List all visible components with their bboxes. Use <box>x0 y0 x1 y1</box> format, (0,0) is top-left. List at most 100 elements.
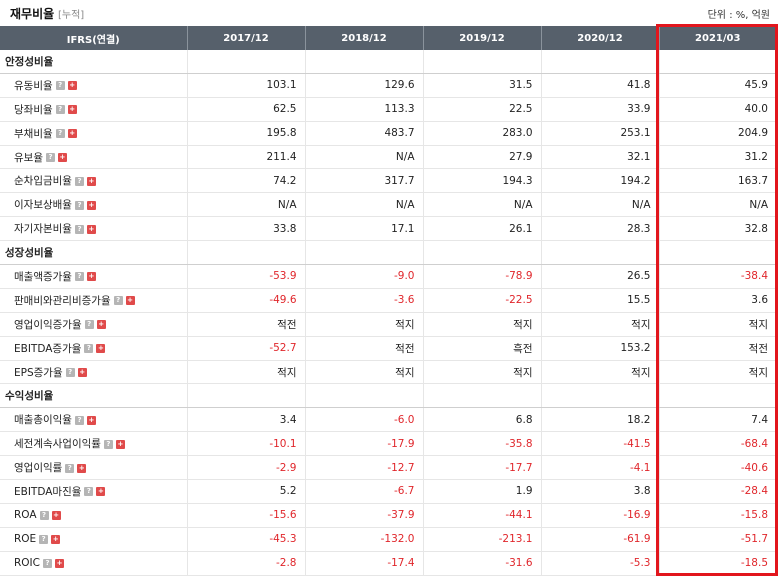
row-label: 유동비율 <box>14 79 53 92</box>
help-icon[interactable]: ? <box>74 272 84 282</box>
value-cell: N/A <box>541 192 660 218</box>
help-icon[interactable]: ? <box>74 176 84 186</box>
expand-icon[interactable]: + <box>86 415 96 425</box>
expand-icon[interactable]: + <box>96 320 106 330</box>
expand-icon[interactable]: + <box>125 296 135 306</box>
help-icon[interactable]: ? <box>39 534 49 544</box>
row-label: 당좌비율 <box>14 103 53 116</box>
section-blank-cell <box>187 50 306 74</box>
table-row: 세전계속사업이익률? + -10.1 -17.9 -35.8 -41.5 -68.4 <box>0 431 776 457</box>
value-cell: 41.8 <box>541 73 660 98</box>
expand-icon[interactable]: + <box>67 81 77 91</box>
section-blank-cell <box>541 50 660 74</box>
expand-icon[interactable]: + <box>77 368 87 378</box>
value-cell: 194.2 <box>541 168 660 194</box>
table-header-row: IFRS(연결) 2017/12 2018/12 2019/12 2020/12… <box>0 26 776 50</box>
value-cell: 33.8 <box>187 216 306 242</box>
panel-title: 재무비율 <box>10 7 55 21</box>
table-row: 부채비율? +195.8 483.7 283.0 253.1 204.9 <box>0 121 776 146</box>
expand-icon[interactable]: + <box>86 224 96 234</box>
help-icon[interactable]: ? <box>113 296 123 306</box>
value-cell: 40.0 <box>659 97 776 122</box>
value-cell: -15.8 <box>659 503 776 528</box>
row-label: 순차입금비율 <box>14 175 72 188</box>
help-icon[interactable]: ? <box>103 439 113 449</box>
value-cell: 32.1 <box>541 145 660 170</box>
expand-icon[interactable]: + <box>51 510 61 520</box>
section-blank-cell <box>541 383 660 409</box>
expand-icon[interactable]: + <box>115 439 125 449</box>
help-icon[interactable]: ? <box>45 153 55 162</box>
section-blank-cell <box>423 240 542 266</box>
expand-icon[interactable]: + <box>55 558 64 568</box>
help-icon[interactable]: ? <box>84 487 94 497</box>
table-row: 당좌비율? +62.5 113.3 22.5 33.9 40.0 <box>0 97 776 122</box>
help-icon[interactable]: ? <box>84 344 94 354</box>
help-icon[interactable]: ? <box>65 463 75 473</box>
expand-icon[interactable]: + <box>86 176 96 186</box>
expand-icon[interactable]: + <box>51 534 61 544</box>
value-cell: 18.2 <box>541 407 660 433</box>
value-cell: -44.1 <box>423 503 542 528</box>
row-label-cell: 매출액증가율? + <box>0 264 188 289</box>
value-cell: -53.9 <box>187 264 306 289</box>
value-cell: -51.7 <box>659 527 776 552</box>
expand-icon[interactable]: + <box>86 272 96 282</box>
expand-icon[interactable]: + <box>86 200 96 210</box>
help-icon[interactable]: ? <box>74 224 84 234</box>
row-label-cell: ROIC? + <box>0 551 188 576</box>
value-cell: 적지 <box>659 360 776 385</box>
expand-icon[interactable]: + <box>77 463 87 473</box>
help-icon[interactable]: ? <box>55 105 65 115</box>
column-header: 2020/12 <box>541 26 660 50</box>
help-icon[interactable]: ? <box>55 129 65 139</box>
value-cell: -5.3 <box>541 551 660 576</box>
help-icon[interactable]: ? <box>55 81 65 91</box>
row-label: 이자보상배율 <box>14 199 72 212</box>
value-cell: 적지 <box>305 360 424 385</box>
help-icon[interactable]: ? <box>74 200 84 210</box>
value-cell: 3.6 <box>659 288 776 313</box>
panel-header: 재무비율 [누적] 단위 : %, 억원 <box>0 0 778 24</box>
value-cell: 7.4 <box>659 407 776 433</box>
table-row: 판매비와관리비증가율? + -49.6 -3.6 -22.5 15.5 3.6 <box>0 288 776 313</box>
value-cell: 적지 <box>187 360 306 385</box>
help-icon[interactable]: ? <box>65 368 75 378</box>
expand-icon[interactable]: + <box>57 153 67 162</box>
table-row: 유동비율? +103.1 129.6 31.5 41.8 45.9 <box>0 73 776 98</box>
section-blank-cell <box>541 240 660 266</box>
value-cell: -2.8 <box>187 551 306 576</box>
row-label: 매출액증가율 <box>14 270 72 283</box>
value-cell: -2.9 <box>187 455 306 481</box>
section-blank-cell <box>305 50 424 74</box>
value-cell: 26.5 <box>541 264 660 289</box>
expand-icon[interactable]: + <box>67 105 77 115</box>
row-label: 부채비율 <box>14 127 53 140</box>
row-label: 영업이익률 <box>14 462 63 475</box>
column-header: IFRS(연결) <box>0 26 188 50</box>
row-label-cell: ROA? + <box>0 503 188 528</box>
value-cell: 26.1 <box>423 216 542 242</box>
table-row: 매출총이익율? +3.4 -6.0 6.8 18.2 7.4 <box>0 407 776 433</box>
row-label: EPS증가율 <box>14 366 63 379</box>
table-row: ROE? + -45.3 -132.0 -213.1 -61.9 -51.7 <box>0 527 776 552</box>
column-header: 2019/12 <box>423 26 542 50</box>
expand-icon[interactable]: + <box>67 129 77 139</box>
section-title: 안정성비율 <box>0 50 188 74</box>
help-icon[interactable]: ? <box>43 558 52 568</box>
help-icon[interactable]: ? <box>84 320 94 330</box>
expand-icon[interactable]: + <box>96 344 106 354</box>
value-cell: 적지 <box>423 312 542 337</box>
section-row: 안정성비율 <box>0 50 776 74</box>
value-cell: -68.4 <box>659 431 776 457</box>
help-icon[interactable]: ? <box>39 510 49 520</box>
value-cell: -10.1 <box>187 431 306 457</box>
value-cell: 204.9 <box>659 121 776 146</box>
section-blank-cell <box>187 383 306 409</box>
row-label: EBITDA증가율 <box>14 342 82 355</box>
help-icon[interactable]: ? <box>74 415 84 425</box>
row-label-cell: 자기자본비율? + <box>0 216 188 242</box>
value-cell: 195.8 <box>187 121 306 146</box>
expand-icon[interactable]: + <box>96 487 106 497</box>
table-row: ROIC? + -2.8 -17.4 -31.6 -5.3 -18.5 <box>0 551 776 576</box>
